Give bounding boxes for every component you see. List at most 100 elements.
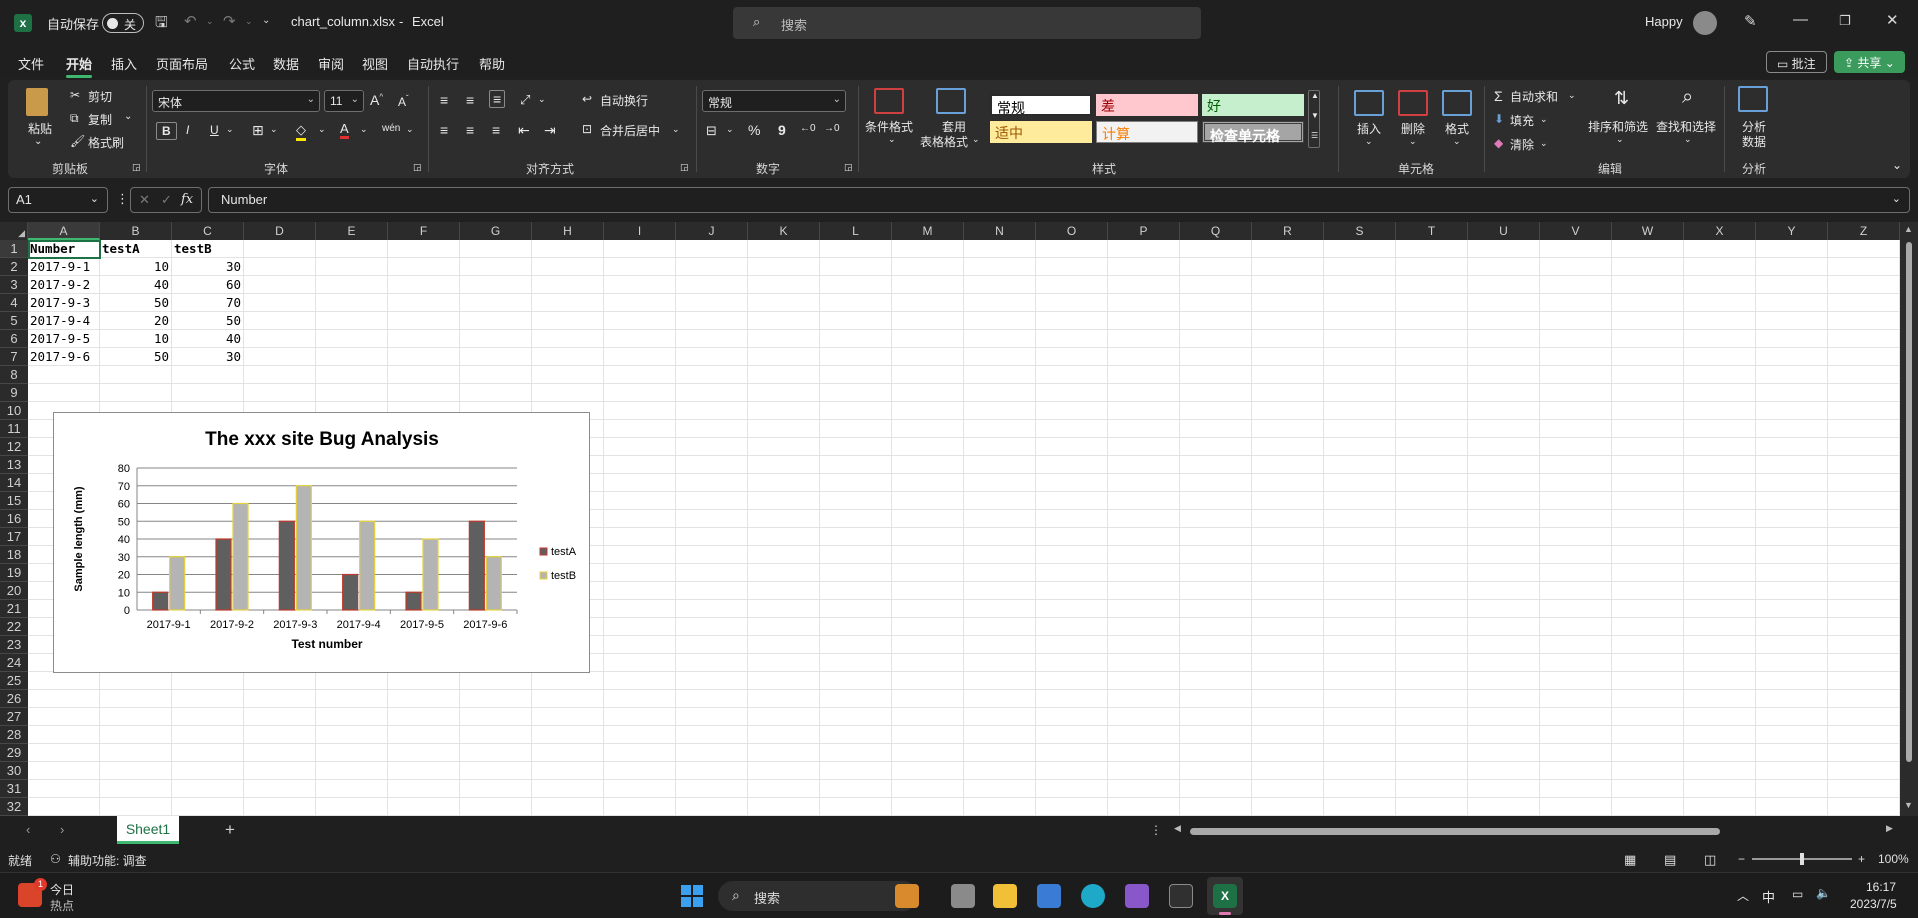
fill-button[interactable]: 填充 [1510, 112, 1534, 129]
worksheet-grid[interactable]: Number testA testB 2017-9-1 10 30 2017-9-2 40 60… [28, 240, 1900, 816]
format-painter-button[interactable]: 格式刷 [88, 134, 124, 151]
align-bottom-icon[interactable]: ≡ [489, 90, 506, 108]
row-header-30[interactable]: 30 [0, 762, 28, 780]
start-windows-icon[interactable] [681, 885, 703, 907]
redo-dropdown-icon[interactable]: ⌄ [245, 17, 253, 26]
cell[interactable]: 30 [172, 258, 241, 276]
merge-dropdown-icon[interactable]: ⌄ [672, 124, 680, 135]
increase-indent-icon[interactable]: ⇥ [544, 122, 556, 139]
align-right-icon[interactable]: ≡ [492, 122, 500, 138]
cut-button[interactable]: 剪切 [88, 88, 112, 105]
style-good[interactable]: 好 [1202, 94, 1304, 116]
cell[interactable]: 40 [172, 330, 241, 348]
tab-insert[interactable]: 插入 [111, 54, 137, 73]
cell[interactable]: 2017-9-4 [30, 312, 90, 330]
style-normal[interactable]: 常规 [990, 94, 1092, 116]
tabs-more-icon[interactable]: ⋮ [1150, 823, 1162, 837]
scroll-right-icon[interactable]: ▶ [1886, 823, 1893, 834]
column-header-w[interactable]: W [1612, 222, 1684, 240]
autosave-toggle[interactable]: 关 [102, 13, 144, 33]
redo-icon[interactable]: ↷ [223, 14, 236, 29]
italic-button[interactable]: I [186, 123, 189, 137]
merge-center-button[interactable]: 合并后居中 [600, 122, 660, 139]
normal-view-icon[interactable]: ▦ [1624, 852, 1636, 868]
row-header-2[interactable]: 2 [0, 258, 28, 276]
show-hidden-icons[interactable]: ︿ [1737, 887, 1749, 904]
font-size-select[interactable]: 11 ⌄ [324, 90, 364, 112]
row-header-23[interactable]: 23 [0, 636, 28, 654]
add-sheet-button[interactable]: + [225, 820, 235, 840]
cell[interactable]: 10 [100, 330, 169, 348]
column-header-j[interactable]: J [676, 222, 748, 240]
format-as-table-icon[interactable] [936, 88, 966, 114]
format-cells-icon[interactable] [1442, 90, 1472, 116]
cell[interactable]: 2017-9-2 [30, 276, 90, 294]
autosum-button[interactable]: 自动求和 [1510, 88, 1558, 105]
row-header-14[interactable]: 14 [0, 474, 28, 492]
row-header-11[interactable]: 11 [0, 420, 28, 438]
expand-formula-icon[interactable]: ⌄ [1892, 192, 1901, 205]
column-header-r[interactable]: R [1252, 222, 1324, 240]
percent-button[interactable]: % [748, 122, 760, 138]
user-name[interactable]: Happy [1645, 14, 1683, 29]
orientation-dropdown-icon[interactable]: ⌄ [538, 94, 546, 105]
style-calculation[interactable]: 计算 [1096, 121, 1198, 143]
column-header-s[interactable]: S [1324, 222, 1396, 240]
column-header-e[interactable]: E [316, 222, 388, 240]
row-header-27[interactable]: 27 [0, 708, 28, 726]
phonetic-icon[interactable]: wén [382, 123, 400, 134]
volume-icon[interactable]: 🔈 [1816, 886, 1831, 900]
column-header-n[interactable]: N [964, 222, 1036, 240]
column-header-v[interactable]: V [1540, 222, 1612, 240]
minimize-icon[interactable]: — [1793, 12, 1808, 27]
row-header-18[interactable]: 18 [0, 546, 28, 564]
fill-dropdown-icon[interactable]: ⌄ [1540, 114, 1548, 125]
column-header-f[interactable]: F [388, 222, 460, 240]
align-center-icon[interactable]: ≡ [466, 122, 474, 138]
visual-studio-icon[interactable] [1125, 884, 1149, 908]
zoom-slider-thumb[interactable] [1800, 853, 1804, 865]
undo-icon[interactable]: ↶ [184, 14, 197, 29]
tab-page-layout[interactable]: 页面布局 [156, 54, 208, 73]
row-header-28[interactable]: 28 [0, 726, 28, 744]
align-middle-icon[interactable]: ≡ [466, 92, 474, 108]
comma-button[interactable]: 9 [778, 122, 786, 138]
sort-filter-button[interactable]: 排序和筛选 [1588, 118, 1648, 135]
column-header-g[interactable]: G [460, 222, 532, 240]
align-left-icon[interactable]: ≡ [440, 122, 448, 138]
analyze-data-line2[interactable]: 数据 [1742, 133, 1766, 150]
find-select-icon[interactable]: ⌕ [1682, 86, 1693, 109]
format-cells-button[interactable]: 格式 [1445, 120, 1469, 137]
accessibility-status[interactable]: 辅助功能: 调查 [68, 852, 147, 869]
conditional-format-dropdown-icon[interactable]: ⌄ [888, 134, 896, 145]
row-header-24[interactable]: 24 [0, 654, 28, 672]
cell[interactable]: 50 [100, 348, 169, 366]
briefcase-icon[interactable] [895, 884, 919, 908]
bold-button[interactable]: B [156, 122, 177, 140]
pen-icon[interactable]: ✎ [1744, 14, 1757, 29]
cell[interactable]: 2017-9-1 [30, 258, 90, 276]
horizontal-scroll-thumb[interactable] [1190, 828, 1720, 835]
cell[interactable]: 50 [100, 294, 169, 312]
clear-dropdown-icon[interactable]: ⌄ [1540, 138, 1548, 149]
fill-color-dropdown-icon[interactable]: ⌄ [318, 124, 326, 135]
enter-icon[interactable]: ✓ [161, 192, 172, 208]
row-header-32[interactable]: 32 [0, 798, 28, 816]
row-header-26[interactable]: 26 [0, 690, 28, 708]
row-header-3[interactable]: 3 [0, 276, 28, 294]
style-check-cell[interactable]: 检查单元格 [1202, 121, 1304, 144]
conditional-format-icon[interactable] [874, 88, 904, 114]
delete-cells-dropdown-icon[interactable]: ⌄ [1409, 136, 1417, 147]
more-icon[interactable]: ⋮ [116, 191, 129, 207]
column-header-t[interactable]: T [1396, 222, 1468, 240]
borders-dropdown-icon[interactable]: ⌄ [270, 124, 278, 135]
column-header-u[interactable]: U [1468, 222, 1540, 240]
paste-icon[interactable] [26, 88, 48, 116]
clear-button[interactable]: 清除 [1510, 136, 1534, 153]
column-header-x[interactable]: X [1684, 222, 1756, 240]
autosum-dropdown-icon[interactable]: ⌄ [1568, 90, 1576, 101]
cell[interactable]: 70 [172, 294, 241, 312]
copy-dropdown-icon[interactable]: ⌄ [124, 111, 132, 122]
column-header-a[interactable]: A [28, 222, 100, 240]
cell[interactable]: 2017-9-5 [30, 330, 90, 348]
